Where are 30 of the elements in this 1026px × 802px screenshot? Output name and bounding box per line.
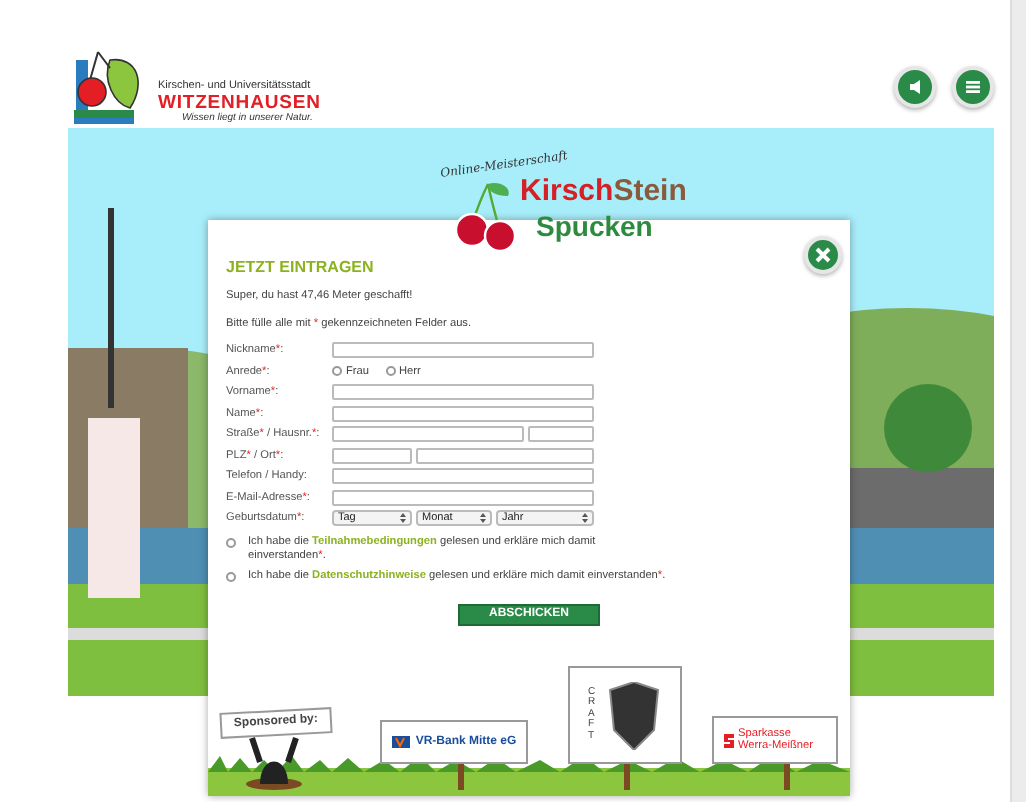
sound-button[interactable] <box>894 65 936 107</box>
dialog-title: JETZT EINTRAGEN <box>226 260 376 276</box>
savings-bank-logo-icon <box>724 733 734 747</box>
updown-caret-icon <box>582 512 588 525</box>
menu-icon <box>964 77 982 95</box>
radio-button[interactable] <box>385 366 396 377</box>
input-field[interactable] <box>332 384 594 401</box>
input-field[interactable] <box>332 489 594 506</box>
game-title-second-line: Spucken <box>536 212 653 240</box>
close-icon <box>814 246 832 264</box>
checkbox[interactable] <box>226 537 236 548</box>
input-field[interactable] <box>528 426 594 443</box>
game-title: KirschStein <box>520 176 687 206</box>
updown-caret-icon <box>480 512 486 525</box>
scrollbar[interactable] <box>1010 0 1026 802</box>
input-field[interactable] <box>332 342 594 359</box>
radio-button[interactable] <box>332 366 342 377</box>
city-name: WITZENHAUSEN <box>158 93 321 112</box>
input-field[interactable] <box>332 447 412 464</box>
close-button[interactable] <box>804 236 842 274</box>
checkbox[interactable] <box>226 571 236 582</box>
speaker-icon <box>906 77 924 95</box>
input-field[interactable] <box>332 468 594 485</box>
input-field[interactable] <box>332 405 594 422</box>
input-field[interactable] <box>332 426 524 443</box>
updown-caret-icon <box>400 512 406 525</box>
shield-icon <box>606 681 662 749</box>
bank-logo-icon <box>391 736 410 748</box>
menu-button[interactable] <box>952 65 994 107</box>
input-field[interactable] <box>416 447 594 464</box>
